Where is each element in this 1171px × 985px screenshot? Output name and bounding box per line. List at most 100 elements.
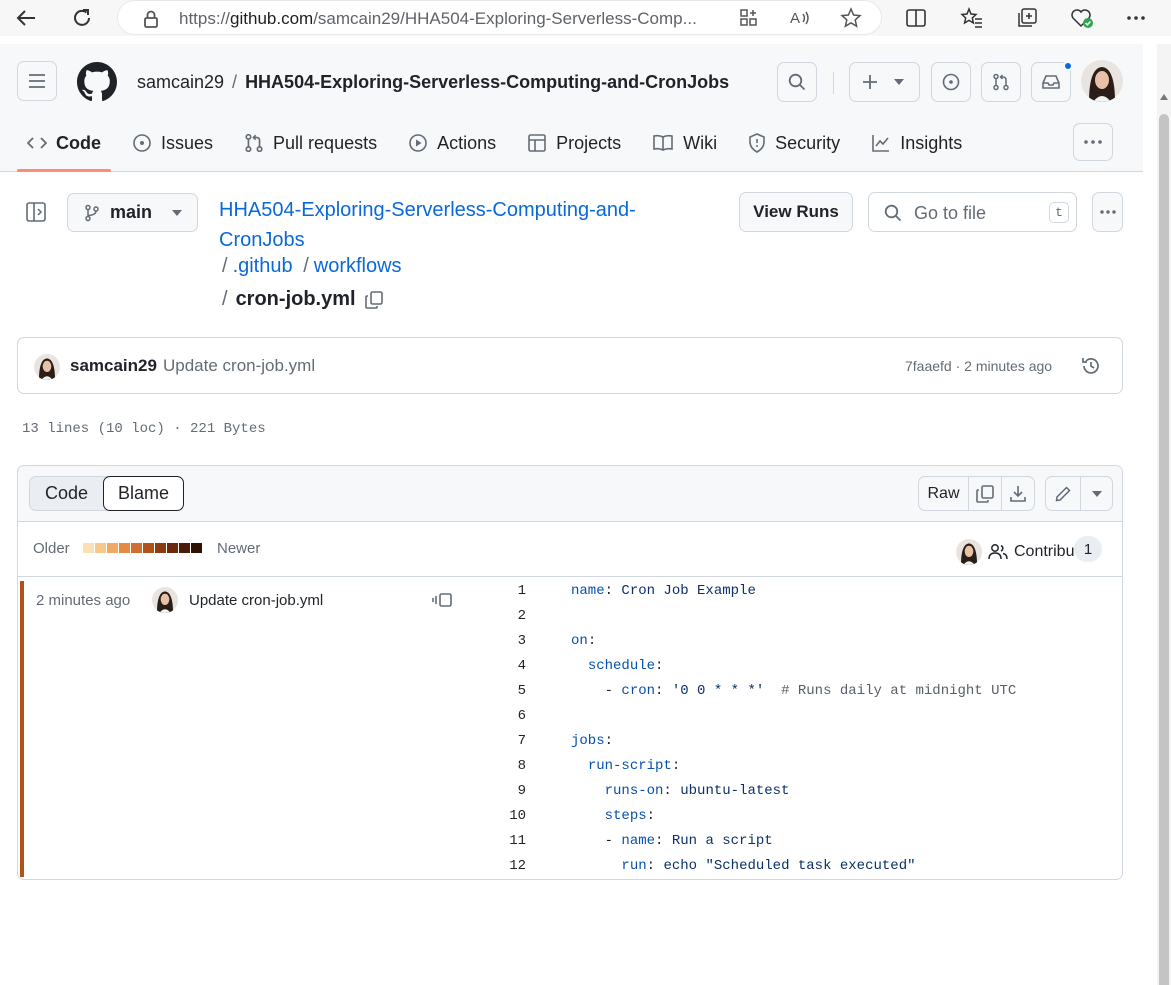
refresh-icon[interactable] xyxy=(70,6,94,30)
download-raw-button[interactable] xyxy=(1001,476,1035,511)
code-line[interactable]: 2 xyxy=(18,604,1122,629)
line-number[interactable]: 10 xyxy=(488,808,526,824)
tab-wiki[interactable]: Wiki xyxy=(642,124,727,162)
commit-hash-time[interactable]: 7faaefd · 2 minutes ago xyxy=(905,358,1052,374)
repo-link[interactable]: HHA504-Exploring-Serverless-Computing-an… xyxy=(245,72,729,92)
scrollbar[interactable] xyxy=(1157,44,1171,985)
code-token: : xyxy=(646,858,664,874)
line-number[interactable]: 3 xyxy=(488,633,526,649)
commit-author-link[interactable]: samcain29 xyxy=(70,356,157,376)
favorite-star-icon[interactable] xyxy=(840,7,862,29)
lock-icon[interactable] xyxy=(142,9,160,29)
tab-insights[interactable]: Insights xyxy=(861,124,972,162)
tab-security[interactable]: Security xyxy=(738,124,850,162)
path-dir-github[interactable]: .github xyxy=(233,255,293,277)
code-line[interactable]: 10 steps: xyxy=(18,804,1122,829)
people-icon xyxy=(988,543,1008,561)
back-arrow-icon[interactable] xyxy=(14,6,38,30)
line-number[interactable]: 2 xyxy=(488,608,526,624)
issues-button[interactable] xyxy=(931,62,971,102)
tab-actions[interactable]: Actions xyxy=(398,124,506,162)
code-line[interactable]: 5 - cron: '0 0 * * *' # Runs daily at mi… xyxy=(18,679,1122,704)
code-line[interactable]: 1 name: Cron Job Example xyxy=(18,579,1122,604)
scrollbar-thumb[interactable] xyxy=(1159,114,1169,985)
line-number[interactable]: 5 xyxy=(488,683,526,699)
code-view-button[interactable]: Code xyxy=(30,477,103,510)
tab-issues[interactable]: Issues xyxy=(122,124,223,162)
line-number[interactable]: 12 xyxy=(488,858,526,874)
tab-code[interactable]: Code xyxy=(17,124,111,172)
branch-selector[interactable]: main xyxy=(67,193,198,232)
address-bar[interactable]: https://github.com/samcain29/HHA504-Expl… xyxy=(117,0,882,35)
file-more-options-button[interactable] xyxy=(1092,192,1123,232)
search-button[interactable] xyxy=(777,62,817,102)
commit-message-link[interactable]: Update cron-job.yml xyxy=(163,356,315,376)
user-avatar[interactable] xyxy=(1081,60,1123,102)
code-line[interactable]: 12 run: echo "Scheduled task executed" xyxy=(18,854,1122,879)
code-line[interactable]: 4 schedule: xyxy=(18,654,1122,679)
shield-icon xyxy=(748,133,766,153)
split-screen-icon[interactable] xyxy=(904,6,928,30)
line-number[interactable]: 11 xyxy=(488,833,526,849)
breadcrumb-separator: / xyxy=(232,72,238,92)
github-logo-icon[interactable] xyxy=(77,62,117,102)
plus-icon xyxy=(862,74,878,90)
copy-icon[interactable] xyxy=(364,290,384,310)
browser-essentials-icon[interactable] xyxy=(1070,6,1094,30)
contributors-count-badge: 1 xyxy=(1074,536,1102,562)
code-line[interactable]: 9 runs-on: ubuntu-latest xyxy=(18,779,1122,804)
owner-link[interactable]: samcain29 xyxy=(137,72,224,92)
path-separator: / xyxy=(303,255,309,277)
sidebar-toggle-icon[interactable] xyxy=(24,200,48,224)
blame-age-legend: Older Newer Contributors 1 xyxy=(18,522,1122,577)
author-avatar[interactable] xyxy=(34,354,60,380)
code-line[interactable]: 7 jobs: xyxy=(18,729,1122,754)
edit-file-button[interactable] xyxy=(1045,476,1081,511)
apps-icon[interactable] xyxy=(738,7,760,29)
contributor-avatar[interactable] xyxy=(956,539,982,565)
repo-tabs: Code Issues Pull requests Actions Projec… xyxy=(17,124,983,172)
code-line[interactable]: 8 run-script: xyxy=(18,754,1122,779)
tab-projects[interactable]: Projects xyxy=(517,124,631,162)
line-number[interactable]: 8 xyxy=(488,758,526,774)
favorites-icon[interactable] xyxy=(960,6,984,30)
code-line[interactable]: 3 on: xyxy=(18,629,1122,654)
read-aloud-icon[interactable]: A xyxy=(789,7,811,29)
more-menu-icon[interactable] xyxy=(1124,6,1148,30)
kebab-horizontal-icon xyxy=(1084,140,1102,144)
path-dir-workflows[interactable]: workflows xyxy=(314,255,402,277)
edit-options-button[interactable] xyxy=(1080,476,1113,511)
copy-raw-button[interactable] xyxy=(968,476,1002,511)
view-runs-button[interactable]: View Runs xyxy=(739,192,853,232)
code-token: '0 0 * * *' xyxy=(671,683,765,699)
browser-toolbar: https://github.com/samcain29/HHA504-Expl… xyxy=(0,0,1171,36)
scroll-up-arrow-icon[interactable] xyxy=(1160,94,1168,100)
url-text[interactable]: https://github.com/samcain29/HHA504-Expl… xyxy=(179,9,697,29)
age-color-swatch xyxy=(107,543,118,553)
collections-icon[interactable] xyxy=(1015,6,1039,30)
go-to-file-input[interactable]: Go to file t xyxy=(868,192,1077,232)
blame-view-button[interactable]: Blame xyxy=(103,476,184,511)
path-repo-line2[interactable]: CronJobs xyxy=(219,225,669,255)
path-repo-line1[interactable]: HHA504-Exploring-Serverless-Computing-an… xyxy=(219,195,669,225)
line-number[interactable]: 9 xyxy=(488,783,526,799)
code-token: name xyxy=(571,583,605,599)
tab-pull-requests[interactable]: Pull requests xyxy=(234,124,387,162)
create-new-button[interactable] xyxy=(849,62,920,102)
hamburger-menu-button[interactable] xyxy=(17,61,57,101)
pull-requests-button[interactable] xyxy=(981,62,1021,102)
line-number[interactable]: 1 xyxy=(488,583,526,599)
legend-older-label: Older xyxy=(33,540,70,557)
history-icon[interactable] xyxy=(1080,355,1102,377)
raw-button[interactable]: Raw xyxy=(918,476,969,511)
line-number[interactable]: 6 xyxy=(488,708,526,724)
line-number[interactable]: 7 xyxy=(488,733,526,749)
tabs-overflow-button[interactable] xyxy=(1073,123,1113,161)
search-icon xyxy=(788,73,806,91)
code-line[interactable]: 6 xyxy=(18,704,1122,729)
line-number[interactable]: 4 xyxy=(488,658,526,674)
path-repo-link[interactable]: HHA504-Exploring-Serverless-Computing-an… xyxy=(219,195,669,255)
code-line[interactable]: 11 - name: Run a script xyxy=(18,829,1122,854)
